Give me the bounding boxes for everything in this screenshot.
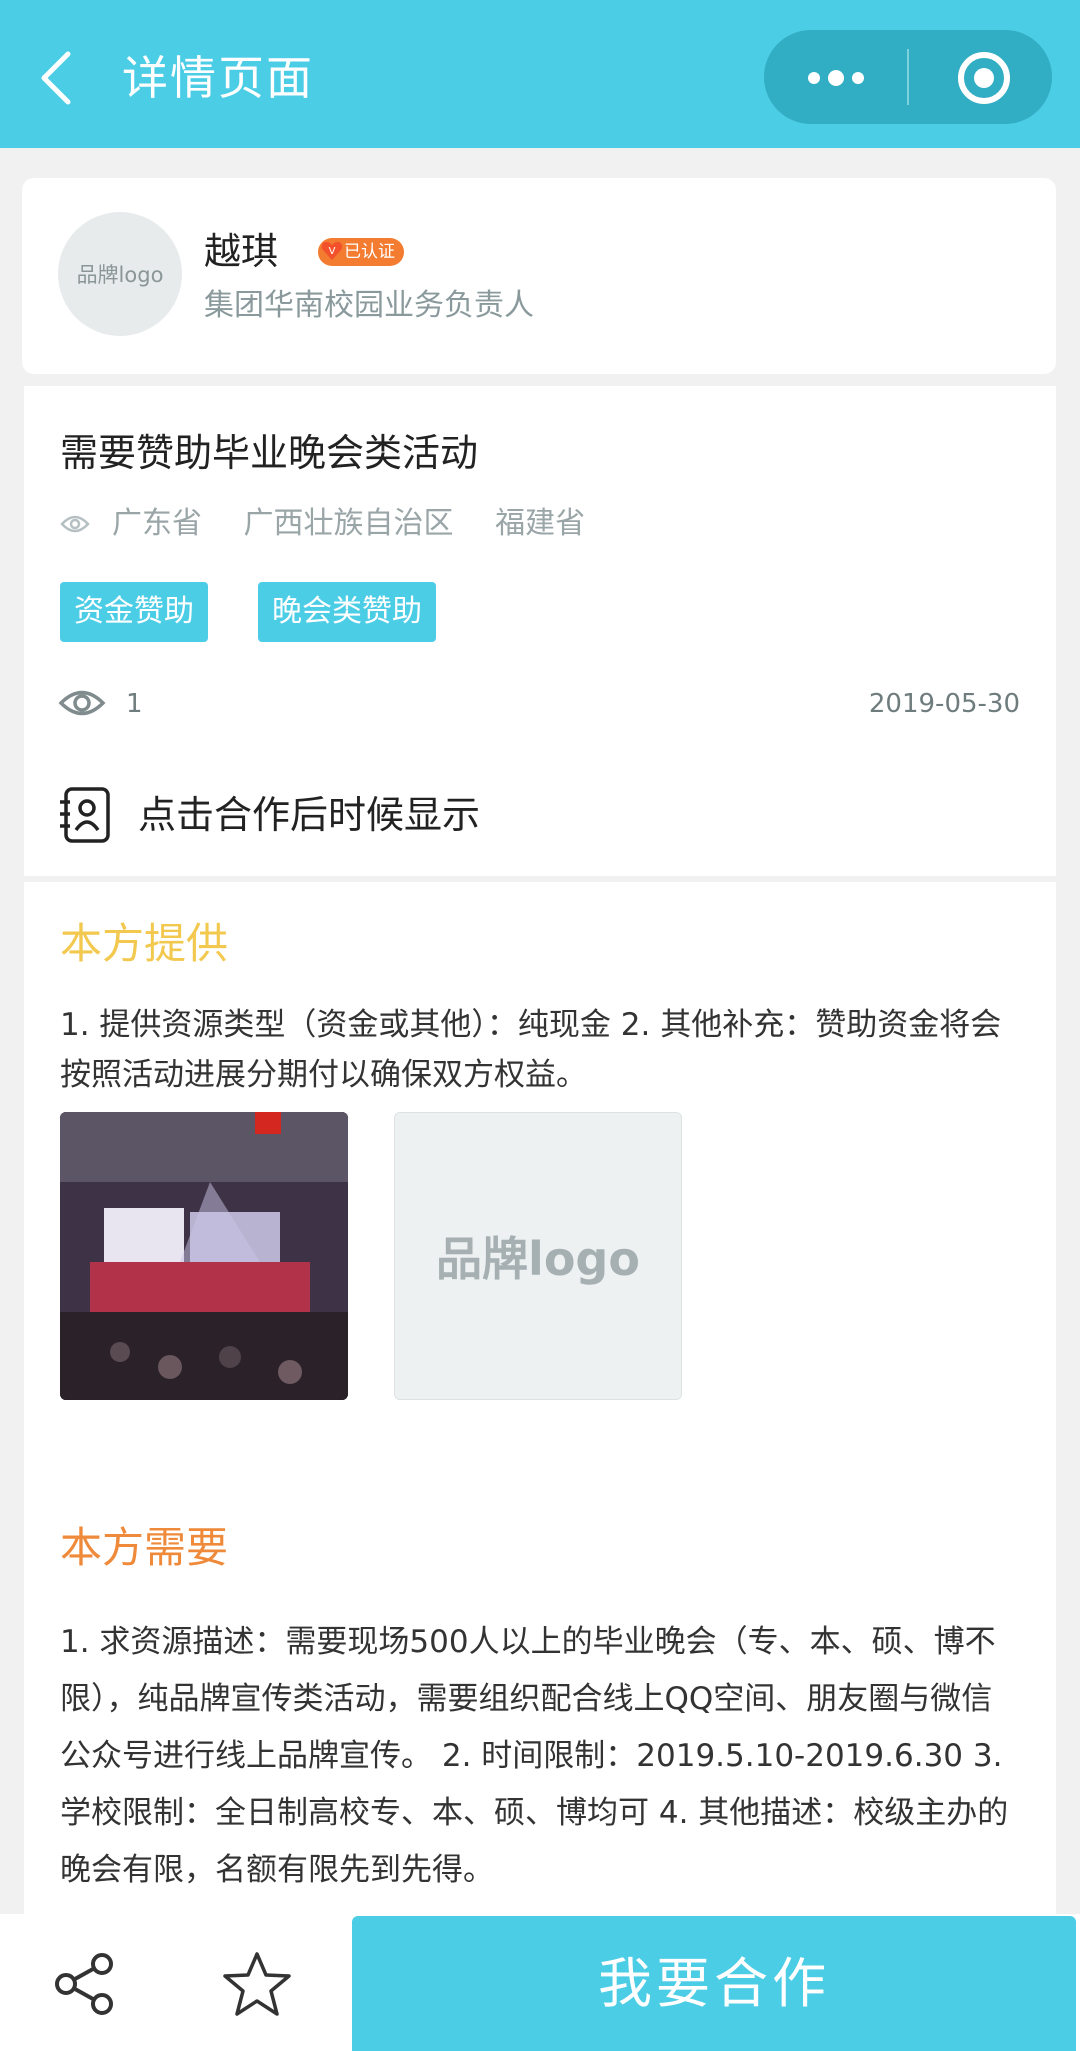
capsule-divider [907, 49, 909, 105]
more-dots-icon[interactable] [806, 70, 866, 86]
badge-label: 已认证 [344, 242, 395, 262]
profile-name: 越琪 [204, 230, 278, 273]
concert-image [60, 1112, 348, 1400]
target-icon[interactable] [956, 50, 1012, 106]
view-count: 1 [126, 689, 143, 719]
event-photo[interactable] [60, 1112, 348, 1400]
cooperate-button[interactable]: 我要合作 [352, 1916, 1076, 2051]
star-icon[interactable] [222, 1950, 292, 2018]
region-list: 广东省 广西壮族自治区 福建省 [112, 502, 607, 546]
svg-text:V: V [329, 246, 336, 257]
publish-date: 2019-05-30 [868, 689, 1020, 719]
tag-fund-sponsor[interactable]: 资金赞助 [60, 582, 208, 642]
profile-role: 集团华南校园业务负责人 [204, 288, 534, 323]
offer-section-title: 本方提供 [60, 919, 229, 968]
page-title: 详情页面 [122, 51, 314, 105]
verified-badge: V 已认证 [318, 238, 404, 266]
request-title: 需要赞助毕业晚会类活动 [60, 431, 479, 475]
share-icon[interactable] [52, 1952, 118, 2016]
tag-party-sponsor[interactable]: 晚会类赞助 [258, 582, 436, 642]
section-divider [22, 876, 1058, 882]
verified-heart-icon: V [321, 241, 343, 260]
offer-text: 1. 提供资源类型（资金或其他）：纯现金 2. 其他补充：赞助资金将会按照活动进… [60, 1007, 1002, 1093]
brand-logo-placeholder[interactable]: 品牌logo [394, 1112, 682, 1400]
region-item: 福建省 [495, 506, 586, 541]
views-eye-icon [58, 690, 106, 716]
contact-card-icon [60, 787, 110, 843]
region-item: 广西壮族自治区 [243, 506, 454, 541]
need-text: 1. 求资源描述：需要现场500人以上的毕业晚会（专、本、硕、博不限），纯品牌宣… [60, 1624, 1009, 1888]
location-eye-icon [60, 515, 90, 533]
need-section-title: 本方需要 [60, 1523, 229, 1572]
avatar: 品牌logo [58, 212, 182, 336]
back-chevron-icon[interactable] [38, 50, 78, 106]
region-item: 广东省 [112, 506, 202, 541]
contact-hint: 点击合作后时候显示 [138, 793, 481, 837]
